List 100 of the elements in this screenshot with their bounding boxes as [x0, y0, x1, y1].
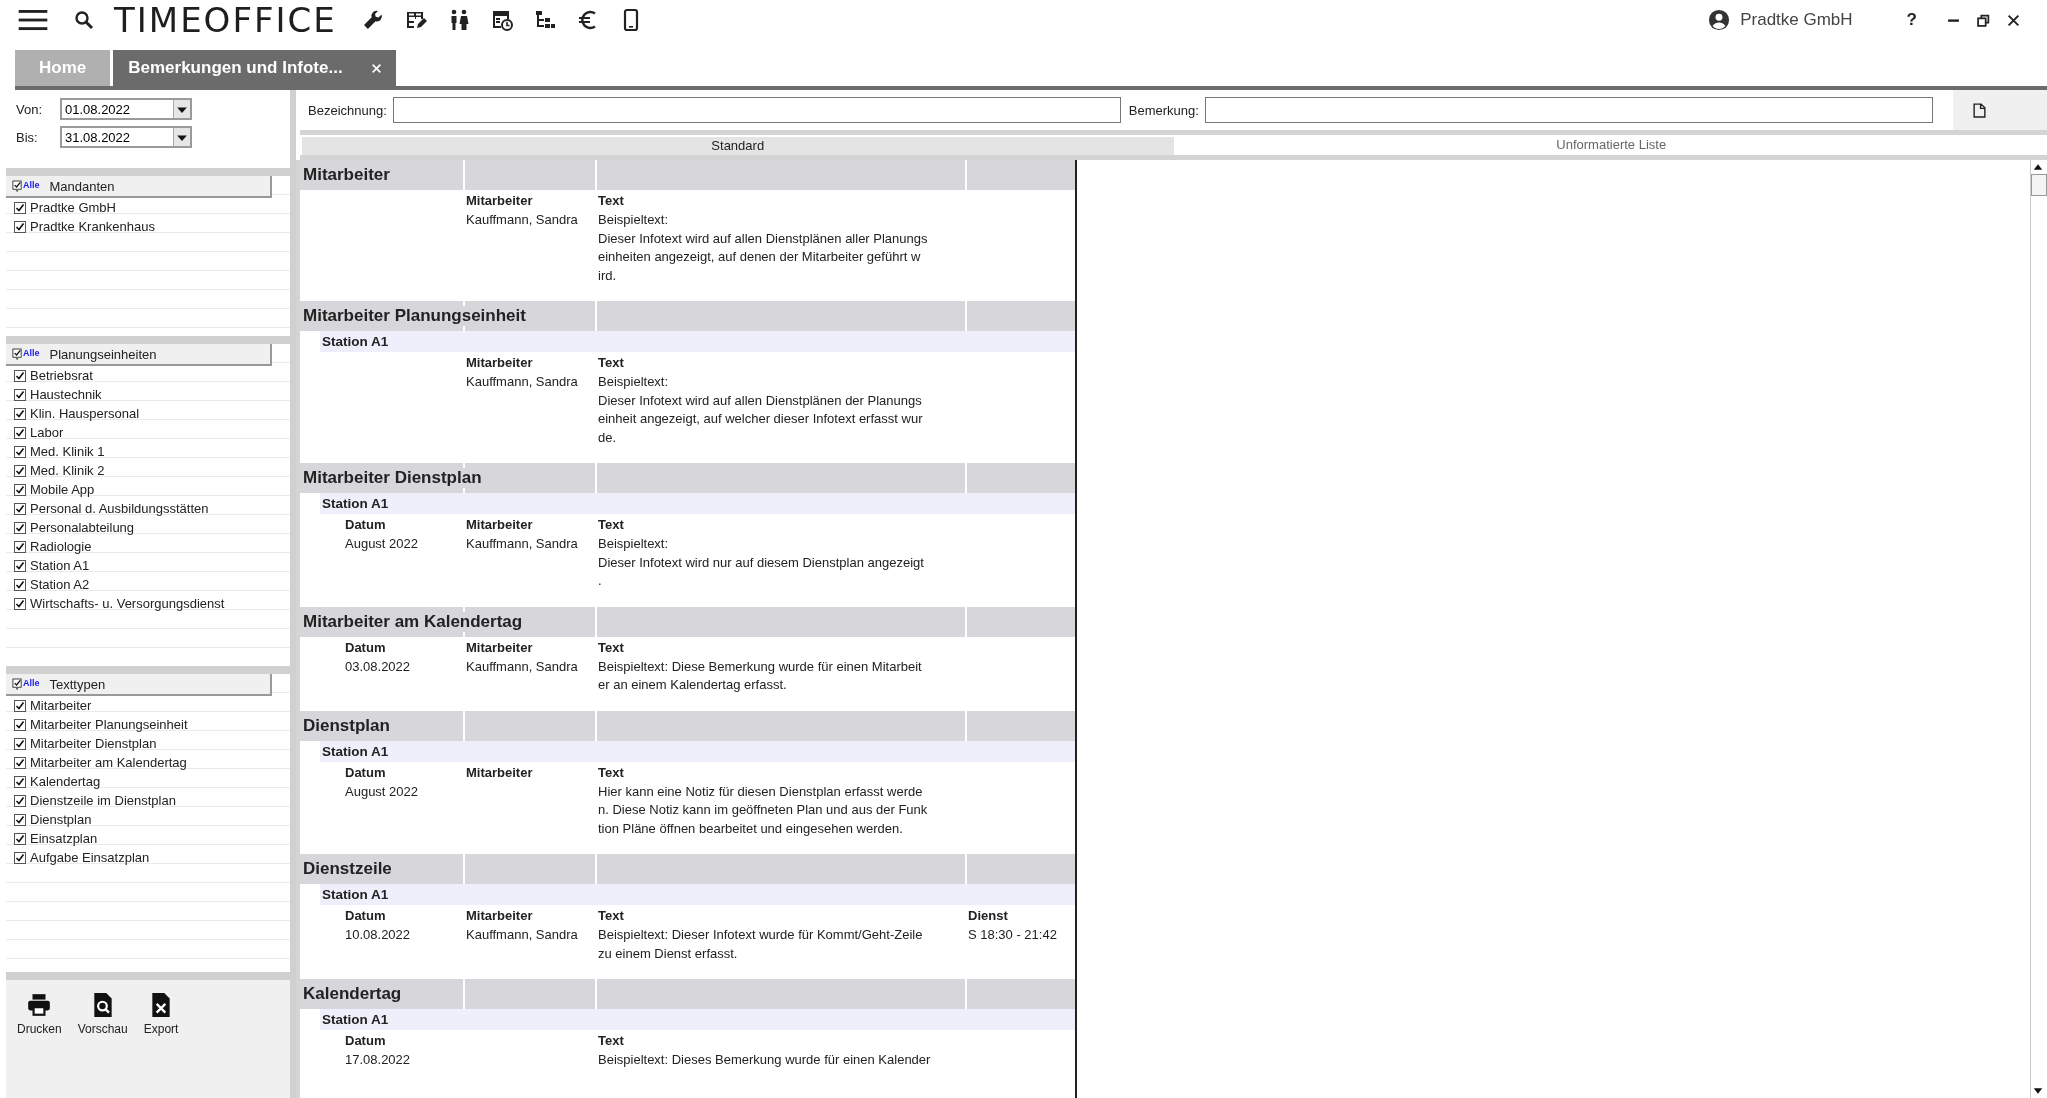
checkbox[interactable]: [14, 813, 26, 826]
list-item-label[interactable]: Labor: [30, 425, 64, 440]
checkbox[interactable]: [14, 407, 26, 420]
list-item-label[interactable]: Pradtke GmbH: [30, 200, 116, 215]
document-icon[interactable]: [1972, 102, 1986, 118]
checkbox[interactable]: [14, 737, 26, 750]
tab[interactable]: Bemerkungen und Infote...: [113, 50, 396, 86]
group-title: Station A1: [322, 496, 389, 511]
table-cell: Kauffmann, Sandra: [466, 927, 578, 942]
checkbox-icon[interactable]: [12, 347, 23, 361]
checkbox[interactable]: [14, 445, 26, 458]
list-item-label[interactable]: Mitarbeiter am Kalendertag: [30, 755, 187, 770]
list-item-label[interactable]: Mitarbeiter: [30, 698, 92, 713]
checkbox[interactable]: [14, 832, 26, 845]
list-item-label[interactable]: Aufgabe Einsatzplan: [30, 850, 150, 865]
scrollbar-track[interactable]: [2030, 160, 2047, 1098]
group-title: Station A1: [322, 334, 389, 349]
checkbox[interactable]: [14, 521, 26, 534]
scrollbar-thumb[interactable]: [2031, 174, 2047, 196]
view-tab[interactable]: Unformatierte Liste: [1175, 135, 2047, 155]
printer-icon[interactable]: [26, 992, 53, 1018]
checkbox[interactable]: [14, 559, 26, 572]
list-item-label[interactable]: Betriebsrat: [30, 368, 93, 383]
column-header: Text: [598, 1033, 624, 1048]
table-cell: 10.08.2022: [345, 927, 411, 942]
column-header: Mitarbeiter: [466, 908, 533, 923]
checkbox[interactable]: [14, 718, 26, 731]
checkbox[interactable]: [14, 483, 26, 496]
list-item-label[interactable]: Mitarbeiter Dienstplan: [30, 736, 157, 751]
table-cell: Beispieltext: Dieses Bemerkung wurde für einen Kalender: [598, 1052, 931, 1067]
list-item-label[interactable]: Station A1: [30, 558, 90, 573]
list-item-label[interactable]: Einsatzplan: [30, 831, 98, 846]
table-cell: 03.08.2022: [345, 658, 411, 674]
list-item-label[interactable]: Wirtschafts- u. Versorgungsdienst: [30, 596, 225, 611]
date-field[interactable]: 01.08.2022: [60, 98, 192, 120]
column-header: Mitarbeiter: [466, 764, 533, 780]
checkbox[interactable]: [14, 388, 26, 401]
list-item-label[interactable]: Radiologie: [30, 539, 92, 554]
list-item-label[interactable]: Klin. Hauspersonal: [30, 406, 140, 421]
checkbox[interactable]: [14, 699, 26, 712]
close-icon[interactable]: [2007, 13, 2020, 27]
dropdown-icon[interactable]: [173, 100, 190, 118]
checkbox[interactable]: [14, 775, 26, 788]
checkbox[interactable]: [14, 794, 26, 807]
list-item-label[interactable]: Personal d. Ausbildungsstätten: [30, 501, 209, 516]
checkbox-icon[interactable]: [12, 179, 23, 193]
checkbox[interactable]: [14, 464, 26, 477]
select-all-toggle[interactable]: Alle: [12, 179, 40, 193]
checkbox[interactable]: [14, 369, 26, 382]
name-field[interactable]: [392, 97, 1121, 123]
column-header: Text: [598, 355, 624, 370]
table-cell: Beispieltext: Dieser Infotext wird auf allen Dienstplänen aller Planungs einheiten angezeigt, auf denen der Mitarbeiter geführt w ird.: [598, 212, 928, 283]
list-item-label[interactable]: Mitarbeiter Planungseinheit: [30, 717, 188, 732]
dropdown-icon[interactable]: [173, 128, 190, 146]
list-item-label[interactable]: Station A2: [30, 577, 90, 592]
checkbox[interactable]: [14, 540, 26, 553]
checkbox[interactable]: [14, 201, 26, 214]
field-label: Bezeichnung:: [308, 102, 387, 118]
column-header: Datum: [345, 908, 386, 923]
table-cell: Kauffmann, Sandra: [466, 374, 578, 389]
checkbox[interactable]: [14, 578, 26, 591]
search-icon[interactable]: [74, 10, 94, 30]
select-all-toggle[interactable]: Alle: [12, 347, 40, 361]
column-header: Text: [598, 764, 624, 780]
select-all-toggle[interactable]: Alle: [12, 677, 40, 691]
checkbox[interactable]: [14, 756, 26, 769]
list-item-label[interactable]: Pradtke Krankenhaus: [30, 219, 156, 234]
column-header: Text: [598, 517, 624, 532]
print-button[interactable]: Drucken: [12, 990, 67, 1038]
checkbox[interactable]: [14, 426, 26, 439]
list-item-label[interactable]: Med. Klinik 1: [30, 444, 105, 459]
checkbox[interactable]: [14, 851, 26, 864]
table-cell: Beispieltext: Dieser Infotext wird nur auf diesem Dienstplan angezeigt .: [598, 536, 924, 588]
checkbox[interactable]: [14, 597, 26, 610]
list-item-label[interactable]: Dienstplan: [30, 812, 92, 827]
account-icon[interactable]: [1708, 9, 1731, 31]
list-item-label[interactable]: Personalabteilung: [30, 520, 135, 535]
menu-icon[interactable]: [18, 9, 48, 31]
account-name[interactable]: Pradtke GmbH: [1740, 10, 1853, 30]
list-item-label[interactable]: Mobile App: [30, 482, 95, 497]
checkbox[interactable]: [14, 502, 26, 515]
column-header: Datum: [345, 764, 386, 780]
checkbox-icon[interactable]: [12, 677, 23, 691]
column-header: Datum: [345, 517, 386, 532]
list-item-label[interactable]: Kalendertag: [30, 774, 101, 789]
help-button[interactable]: ?: [1902, 10, 1921, 30]
preview-button[interactable]: Vorschau: [72, 990, 133, 1038]
checkbox[interactable]: [14, 220, 26, 233]
table-cell: Hier kann eine Notiz für diesen Dienstplan erfasst werde n. Diese Notiz kann im geöffneten Plan und aus der Funk tion Pläne öffnen bearbeitet und eingesehen werden.: [598, 783, 928, 836]
table-cell: Kauffmann, Sandra: [466, 658, 578, 674]
view-tab[interactable]: Standard: [302, 137, 1174, 155]
remark-field[interactable]: [1204, 97, 1933, 123]
app-logo: TIMEOFFICE: [114, 0, 337, 40]
column-header: Text: [598, 908, 624, 923]
export-button[interactable]: Export: [138, 990, 184, 1038]
list-item-label[interactable]: Dienstzeile im Dienstplan: [30, 793, 176, 808]
restore-icon[interactable]: [1977, 13, 1990, 27]
list-item-label[interactable]: Med. Klinik 2: [30, 463, 105, 478]
date-field[interactable]: 31.08.2022: [60, 126, 192, 148]
list-item-label[interactable]: Haustechnik: [30, 387, 102, 402]
